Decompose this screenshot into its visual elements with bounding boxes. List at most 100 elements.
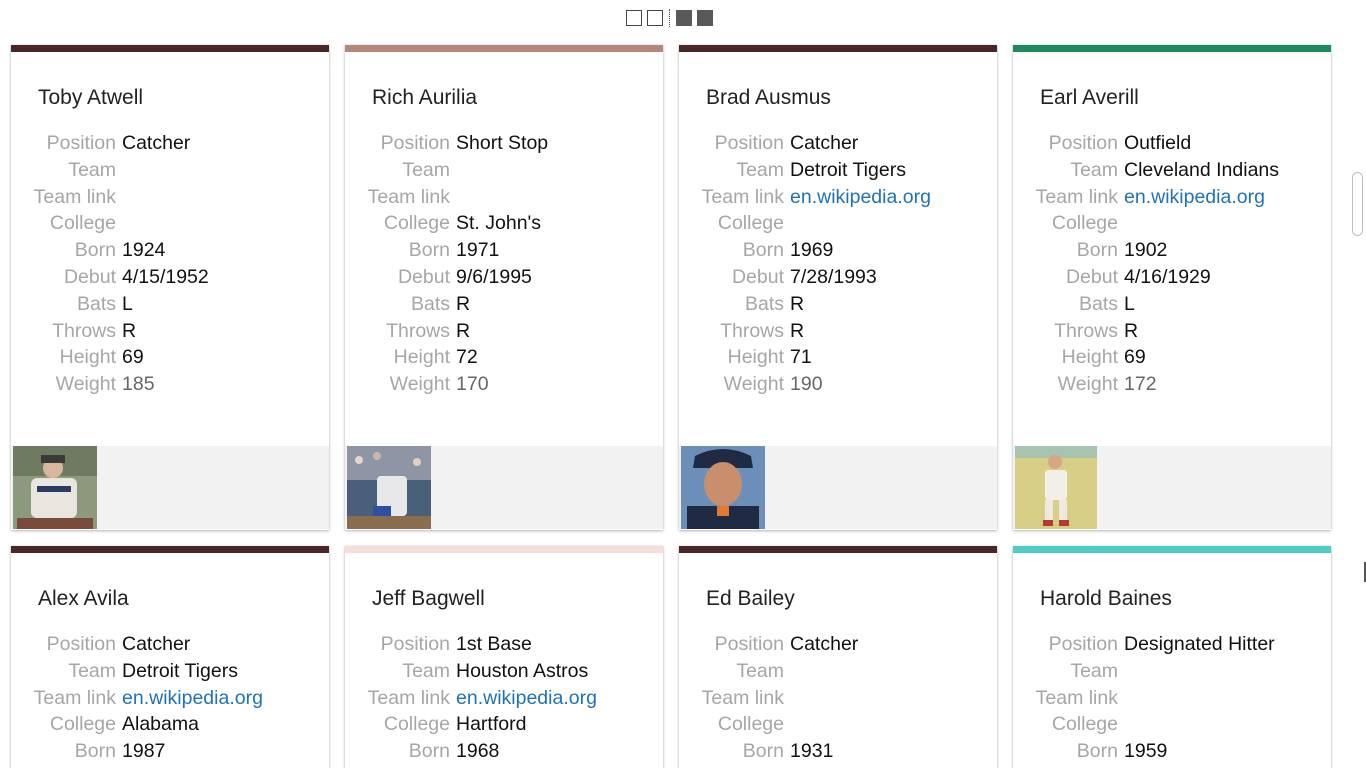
single-view-icon[interactable] <box>626 10 642 26</box>
field-row: Team Detroit Tigers <box>679 157 997 184</box>
field-row: College St. John's <box>345 210 663 237</box>
player-fields: Position Short Stop Team Team link College St… <box>345 130 663 398</box>
player-card[interactable]: Toby Atwell Position Catcher Team Team link… <box>11 45 329 530</box>
field-label: Throws <box>386 319 450 342</box>
field-label: Debut <box>63 265 116 288</box>
player-name: Jeff Bagwell <box>372 587 485 610</box>
field-value: Designated Hitter <box>1124 633 1275 655</box>
field-row: Position 1st Base <box>345 631 663 658</box>
field-value: 1959 <box>1124 740 1168 763</box>
team-link[interactable]: en.wikipedia.org <box>1124 184 1265 211</box>
player-card[interactable]: Rich Aurilia Position Short Stop Team Team … <box>345 45 663 530</box>
field-label: College <box>1051 713 1118 736</box>
field-row: Throws R <box>345 318 663 345</box>
player-fields: Position Catcher Team Team link College Born 1… <box>11 130 329 398</box>
field-value: R <box>790 319 805 342</box>
field-value: 1971 <box>456 239 500 262</box>
field-label: Weight <box>1057 373 1118 396</box>
field-value: 69 <box>1124 346 1146 369</box>
grid-view-icon[interactable] <box>676 10 692 26</box>
player-photo-icon[interactable] <box>347 446 431 529</box>
player-card[interactable]: Brad Ausmus Position Catcher Team Detroit T… <box>679 45 997 530</box>
field-label: Born <box>408 239 450 262</box>
field-row: Debut 4/16/1929 <box>1013 264 1331 291</box>
scrollbar-thumb[interactable] <box>1352 172 1363 236</box>
field-row: Height 69 <box>1013 344 1331 371</box>
field-label: Team link <box>701 185 784 208</box>
field-value: 1968 <box>456 740 500 763</box>
field-label: Position <box>714 633 784 655</box>
card-accent-bar <box>345 45 663 52</box>
field-row: College Alabama <box>11 711 329 738</box>
field-label: Position <box>714 132 784 154</box>
card-accent-bar <box>1013 45 1331 52</box>
field-label: Team link <box>367 185 450 208</box>
field-label: Position <box>380 633 450 655</box>
field-row: Team <box>1013 658 1331 685</box>
field-row: Position Short Stop <box>345 130 663 157</box>
field-value: Detroit Tigers <box>790 158 906 181</box>
field-value: L <box>1124 292 1135 315</box>
field-value: Short Stop <box>456 132 549 154</box>
field-row: Height 69 <box>11 344 329 371</box>
field-row: Team link en.wikipedia.org <box>679 184 997 211</box>
field-label: Born <box>408 740 450 763</box>
field-value: 7/28/1993 <box>790 265 877 288</box>
list-view-icon[interactable] <box>697 10 713 26</box>
field-row: Throws R <box>1013 318 1331 345</box>
player-fields: Position Catcher Team Detroit Tigers Team li… <box>11 631 329 765</box>
field-label: Team link <box>1035 185 1118 208</box>
player-photo-icon[interactable] <box>681 446 765 529</box>
field-label: Bats <box>744 292 784 315</box>
card-footer <box>1013 446 1331 529</box>
field-row: Bats L <box>1013 291 1331 318</box>
card-accent-bar <box>679 546 997 553</box>
field-row: College <box>679 711 997 738</box>
field-label: Team <box>736 659 784 682</box>
player-photo-icon[interactable] <box>1015 446 1097 529</box>
player-card[interactable]: Earl Averill Position Outfield Team Clevela… <box>1013 45 1331 530</box>
field-value: Detroit Tigers <box>122 659 238 682</box>
field-value: Cleveland Indians <box>1124 158 1280 181</box>
player-card[interactable]: Ed Bailey Position Catcher Team Team link Co… <box>679 546 997 768</box>
field-row: Born 1931 <box>679 738 997 765</box>
field-label: Position <box>46 633 116 655</box>
card-footer <box>11 446 329 529</box>
field-label: College <box>49 713 116 736</box>
field-row: College <box>1013 711 1331 738</box>
field-value: 71 <box>790 346 812 369</box>
field-row: Position Outfield <box>1013 130 1331 157</box>
field-row: College <box>11 210 329 237</box>
card-accent-bar <box>679 45 997 52</box>
field-label: Height <box>393 346 450 369</box>
field-value: 1902 <box>1124 239 1168 262</box>
field-value: Catcher <box>790 633 859 655</box>
player-card[interactable]: Harold Baines Position Designated Hitter T… <box>1013 546 1331 768</box>
field-label: College <box>717 212 784 235</box>
field-row: Throws R <box>11 318 329 345</box>
field-value: R <box>122 319 137 342</box>
field-row: Born 1971 <box>345 237 663 264</box>
team-link[interactable]: en.wikipedia.org <box>456 685 597 712</box>
field-label: Team <box>402 158 450 181</box>
field-label: Team <box>1070 659 1118 682</box>
field-row: Weight 185 <box>11 371 329 398</box>
field-row: Bats R <box>345 291 663 318</box>
player-card[interactable]: Alex Avila Position Catcher Team Detroit Ti… <box>11 546 329 768</box>
team-link[interactable]: en.wikipedia.org <box>122 685 263 712</box>
player-photo-icon[interactable] <box>13 446 97 529</box>
field-label: Weight <box>723 373 784 396</box>
field-value: 1969 <box>790 239 834 262</box>
field-label: Throws <box>1054 319 1118 342</box>
field-row: Team link en.wikipedia.org <box>345 685 663 712</box>
field-value: 1st Base <box>456 633 532 655</box>
field-label: Debut <box>731 265 784 288</box>
player-card[interactable]: Jeff Bagwell Position 1st Base Team Houston… <box>345 546 663 768</box>
field-label: Team <box>736 158 784 181</box>
field-label: Debut <box>1065 265 1118 288</box>
field-row: Born 1959 <box>1013 738 1331 765</box>
double-view-icon[interactable] <box>647 10 663 26</box>
team-link[interactable]: en.wikipedia.org <box>790 184 931 211</box>
field-label: Debut <box>397 265 450 288</box>
field-row: Team <box>679 658 997 685</box>
